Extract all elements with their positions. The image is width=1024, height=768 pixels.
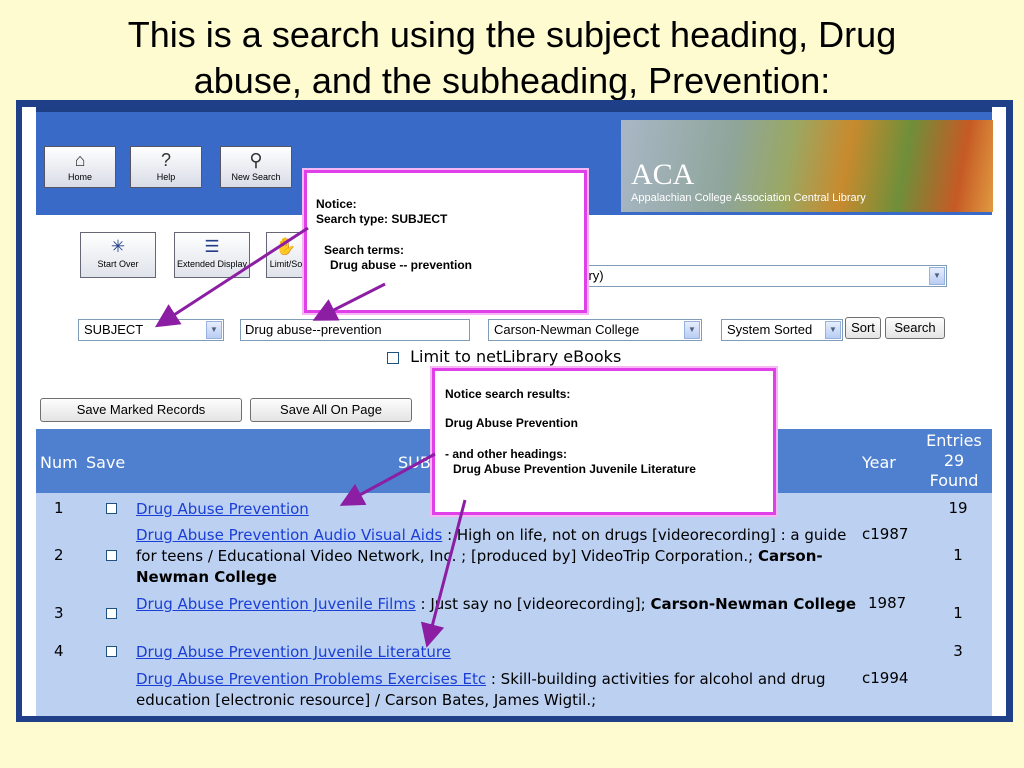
column-subject: SUB [398,453,431,472]
help-icon: ? [160,150,171,170]
column-save: Save [86,453,126,472]
search-button[interactable]: Search [885,317,945,339]
help-button[interactable]: ? Help [130,146,202,188]
chevron-down-icon: ▼ [684,321,700,339]
netlibrary-checkbox[interactable] [387,351,399,364]
entries-found-label: Found [929,471,979,490]
library-select[interactable]: Carson-Newman College ▼ [488,319,702,341]
limit-sort-button[interactable]: ✋ Limit/So [266,232,306,278]
chevron-down-icon: ▼ [206,321,222,339]
extended-display-button[interactable]: ☰ Extended Display [174,232,250,278]
result-link[interactable]: Drug Abuse Prevention Juvenile Literatur… [136,643,451,661]
save-checkbox[interactable] [106,550,117,561]
results-notice-callout: Notice search results: Drug Abuse Preven… [432,368,776,515]
result-link[interactable]: Drug Abuse Prevention Juvenile Films [136,595,416,613]
entries-total: 29 [943,451,965,470]
banner-acronym: ACA [631,158,695,191]
results-table-body: 1 Drug Abuse Prevention 19 2 Drug Abuse … [36,493,992,716]
save-checkbox[interactable] [106,646,117,657]
column-entries: Entries [926,431,982,450]
new-search-icon: ⚲ [249,150,263,170]
new-search-button[interactable]: ⚲ New Search [220,146,292,188]
home-button[interactable]: ⌂ Home [44,146,116,188]
chevron-down-icon: ▼ [929,267,945,285]
save-checkbox[interactable] [106,608,117,619]
slide-title-line-1: This is a search using the subject headi… [127,14,897,55]
result-link[interactable]: Drug Abuse Prevention Problems Exercises… [136,670,486,688]
search-history-select[interactable]: n History) ▼ [542,265,947,287]
extended-display-icon: ☰ [204,237,220,256]
start-over-button[interactable]: ✳ Start Over [80,232,156,278]
home-icon: ⌂ [74,150,86,170]
search-type-select[interactable]: SUBJECT ▼ [78,319,224,341]
slide-title: This is a search using the subject headi… [0,12,1024,104]
start-over-icon: ✳ [110,237,126,256]
result-link[interactable]: Drug Abuse Prevention [136,500,309,518]
slide-title-line-2: abuse, and the subheading, Prevention: [193,60,831,101]
sort-select[interactable]: System Sorted ▼ [721,319,843,341]
banner-library-name: Appalachian College Association Central … [631,192,866,204]
result-link[interactable]: Drug Abuse Prevention Audio Visual Aids [136,526,442,544]
library-banner: ACA Appalachian College Association Cent… [621,120,993,212]
chevron-down-icon: ▼ [825,321,841,339]
search-term-input[interactable]: Drug abuse--prevention [240,319,470,341]
search-notice-callout: Notice: Search type: SUBJECT Search term… [304,170,587,313]
sort-button[interactable]: Sort [845,317,881,339]
column-year: Year [862,453,896,472]
netlibrary-limit[interactable]: Limit to netLibrary eBooks [387,347,621,366]
save-marked-records-button[interactable]: Save Marked Records [40,398,242,422]
save-all-on-page-button[interactable]: Save All On Page [250,398,412,422]
save-checkbox[interactable] [106,503,117,514]
limit-sort-icon: ✋ [275,237,297,256]
column-num: Num [40,453,78,472]
